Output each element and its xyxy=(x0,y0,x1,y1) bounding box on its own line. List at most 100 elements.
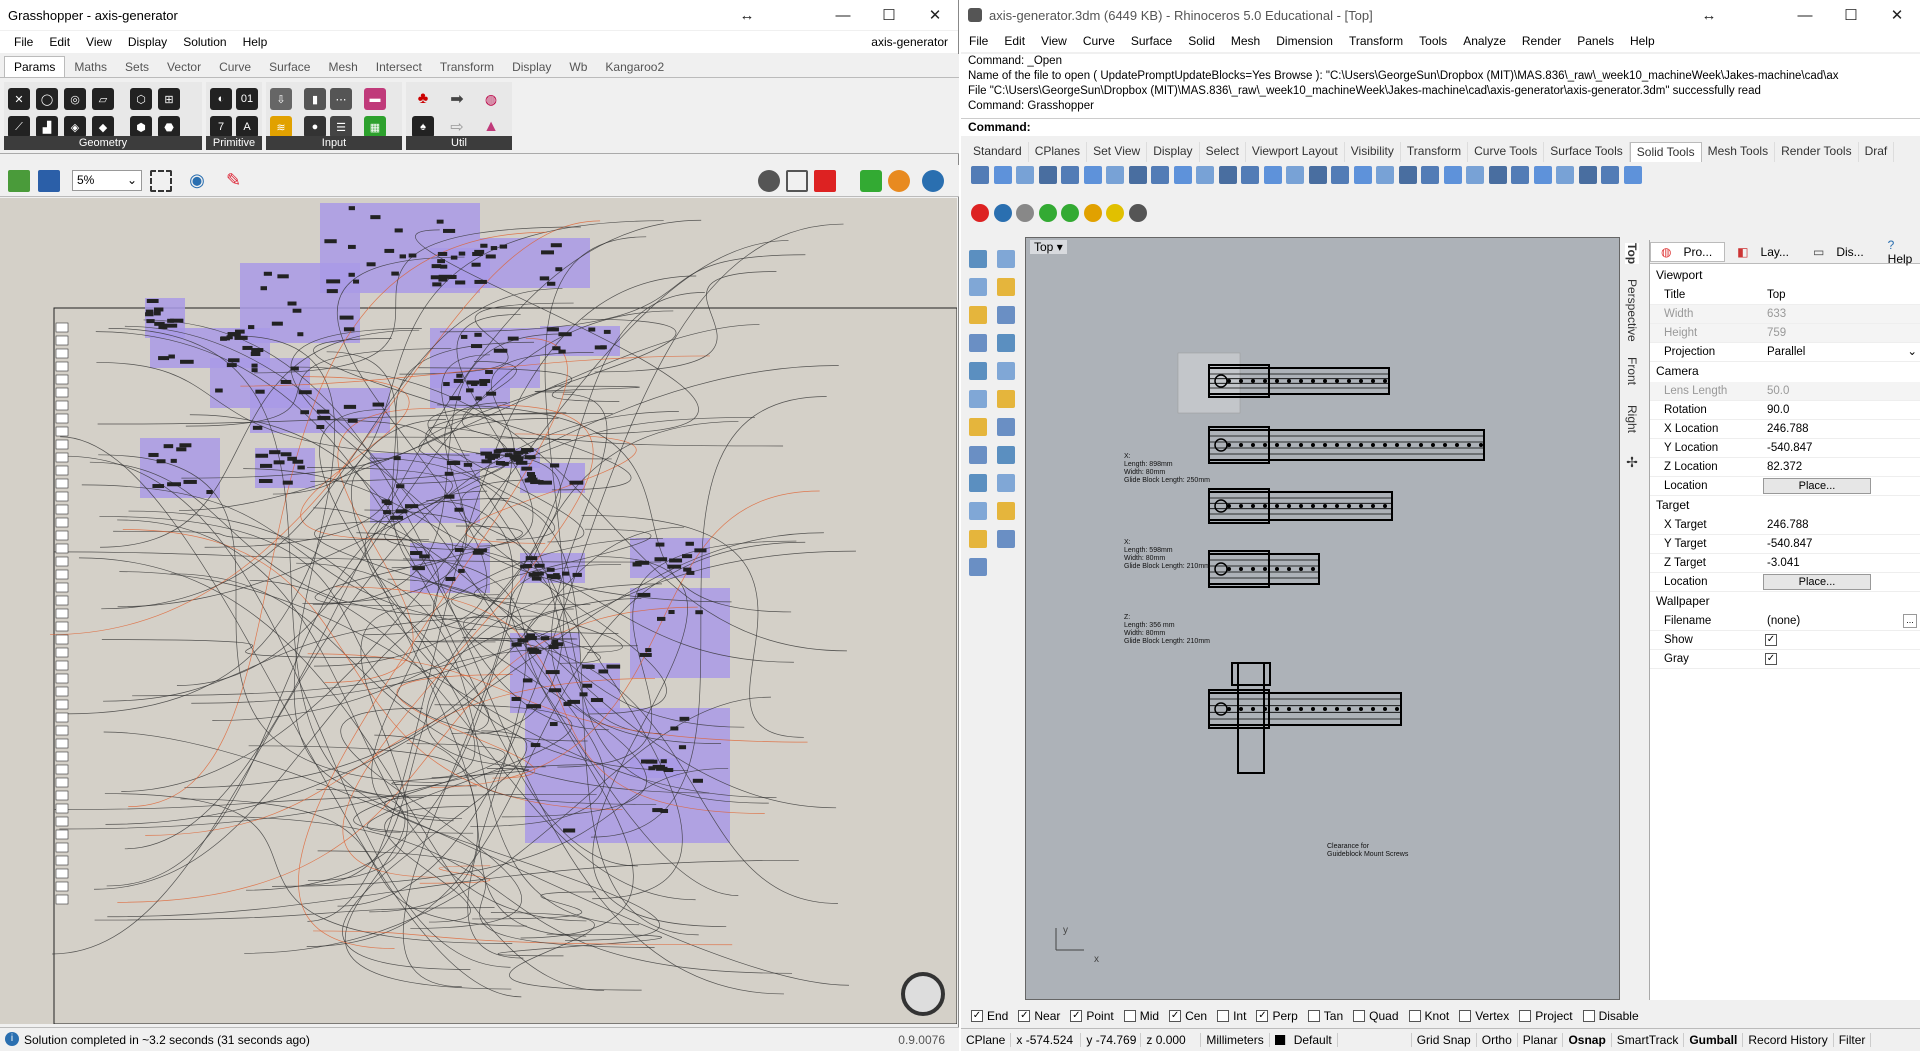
tab-viewport-layout[interactable]: Viewport Layout xyxy=(1246,142,1345,162)
toggle-icon[interactable]: ▮ xyxy=(304,88,326,110)
left-tool-icon[interactable] xyxy=(997,502,1015,520)
param-node[interactable] xyxy=(55,569,69,580)
solid-tool-icon[interactable] xyxy=(1421,166,1439,184)
solid-tool-icon[interactable] xyxy=(1578,166,1597,184)
render-tool-icon[interactable] xyxy=(993,204,1012,222)
component-node[interactable] xyxy=(343,404,357,409)
component-node[interactable] xyxy=(431,264,442,269)
param-node[interactable] xyxy=(55,790,69,801)
tab-transform[interactable]: Transform xyxy=(1401,142,1469,162)
param-node[interactable] xyxy=(55,764,69,775)
component-node[interactable] xyxy=(443,228,456,233)
param-node[interactable] xyxy=(55,686,69,697)
solid-tool-icon[interactable] xyxy=(1128,166,1147,184)
osnap-checkbox[interactable] xyxy=(1582,1009,1595,1022)
component-node[interactable] xyxy=(168,354,175,359)
component-node[interactable] xyxy=(404,504,419,509)
tree-icon[interactable]: ♠ xyxy=(412,116,434,138)
component-node[interactable] xyxy=(260,286,268,291)
osnap-perp[interactable]: ✓ Perp xyxy=(1256,1009,1298,1023)
render-tool-icon[interactable] xyxy=(1106,204,1124,222)
rh-menu-transform[interactable]: Transform xyxy=(1341,34,1411,48)
param-node[interactable] xyxy=(55,439,69,450)
component-node[interactable] xyxy=(579,692,588,697)
solid-tool-icon[interactable] xyxy=(1331,166,1349,184)
component-node[interactable] xyxy=(526,633,536,638)
tab-vector[interactable]: Vector xyxy=(158,57,210,77)
left-tool-icon[interactable] xyxy=(969,390,987,408)
camera-place-button[interactable]: Place... xyxy=(1763,478,1871,494)
left-tool-icon[interactable] xyxy=(969,334,987,352)
arrow-outline-icon[interactable]: ⇨ xyxy=(446,116,468,138)
line-param-icon[interactable]: ⟋ xyxy=(8,116,30,138)
component-node[interactable] xyxy=(561,571,570,576)
component-node[interactable] xyxy=(572,572,582,577)
component-node[interactable] xyxy=(366,262,376,267)
component-node[interactable] xyxy=(348,272,355,277)
component-node[interactable] xyxy=(546,567,555,572)
left-tool-icon[interactable] xyxy=(997,250,1015,268)
param-node[interactable] xyxy=(55,374,69,385)
component-node[interactable] xyxy=(156,459,166,464)
component-node[interactable] xyxy=(449,396,461,401)
component-node[interactable] xyxy=(393,456,401,461)
component-node[interactable] xyxy=(606,664,621,669)
component-node[interactable] xyxy=(545,670,560,675)
component-node[interactable] xyxy=(255,389,265,394)
component-node[interactable] xyxy=(549,688,562,693)
component-node[interactable] xyxy=(546,327,559,332)
component-node[interactable] xyxy=(550,463,560,468)
component-node[interactable] xyxy=(255,453,269,458)
tab-display[interactable]: Display xyxy=(1147,142,1200,162)
param-node[interactable] xyxy=(55,660,69,671)
component-node[interactable] xyxy=(282,480,293,485)
osnap-near[interactable]: ✓ Near xyxy=(1018,1009,1060,1023)
sketch-icon[interactable]: ✎ xyxy=(226,170,248,192)
integer-param-icon[interactable]: 01 xyxy=(236,88,258,110)
component-node[interactable] xyxy=(528,649,542,654)
component-node[interactable] xyxy=(637,592,651,597)
param-node[interactable] xyxy=(55,673,69,684)
status-smarttrack[interactable]: SmartTrack xyxy=(1612,1033,1685,1047)
solid-tool-icon[interactable] xyxy=(1016,166,1034,184)
osnap-end[interactable]: ✓ End xyxy=(971,1009,1008,1023)
render-tool-icon[interactable] xyxy=(1038,204,1057,222)
point-param-icon[interactable]: ◈ xyxy=(64,116,86,138)
component-node[interactable] xyxy=(326,289,338,294)
left-tool-icon[interactable] xyxy=(969,530,987,548)
component-node[interactable] xyxy=(252,425,263,430)
component-node[interactable] xyxy=(526,472,535,477)
render-tool-icon[interactable] xyxy=(1016,204,1034,222)
component-node[interactable] xyxy=(384,501,392,506)
component-node[interactable] xyxy=(290,366,299,371)
component-node[interactable] xyxy=(316,409,330,414)
component-node[interactable] xyxy=(486,391,497,396)
chevron-down-icon[interactable]: ⌄ xyxy=(1907,343,1917,362)
mesh-param-icon[interactable]: ⊞ xyxy=(158,88,180,110)
osnap-checkbox[interactable] xyxy=(1217,1009,1230,1022)
param-node[interactable] xyxy=(55,504,69,515)
component-node[interactable] xyxy=(370,215,381,220)
material-icon[interactable] xyxy=(888,170,910,192)
tab-curve-tools[interactable]: Curve Tools xyxy=(1468,142,1545,162)
component-node[interactable] xyxy=(479,379,491,384)
left-tool-icon[interactable] xyxy=(997,418,1015,436)
component-node[interactable] xyxy=(526,477,538,482)
component-node[interactable] xyxy=(694,548,707,553)
slider-icon[interactable]: ⋯ xyxy=(330,88,352,110)
solid-tool-icon[interactable] xyxy=(1061,166,1079,184)
component-node[interactable] xyxy=(292,459,304,464)
component-node[interactable] xyxy=(242,345,253,350)
tab-intersect[interactable]: Intersect xyxy=(367,57,431,77)
solid-tool-icon[interactable] xyxy=(1511,166,1529,184)
status-units[interactable]: Millimeters xyxy=(1201,1033,1270,1047)
solid-tool-icon[interactable] xyxy=(1241,166,1259,184)
add-viewport-icon[interactable]: ✢ xyxy=(1625,455,1641,471)
bake-icon[interactable] xyxy=(860,170,882,192)
tab-surface[interactable]: Surface xyxy=(260,57,319,77)
component-node[interactable] xyxy=(550,243,562,248)
component-node[interactable] xyxy=(669,558,683,563)
param-node[interactable] xyxy=(55,491,69,502)
solid-tool-icon[interactable] xyxy=(1533,166,1552,184)
component-node[interactable] xyxy=(655,542,665,547)
